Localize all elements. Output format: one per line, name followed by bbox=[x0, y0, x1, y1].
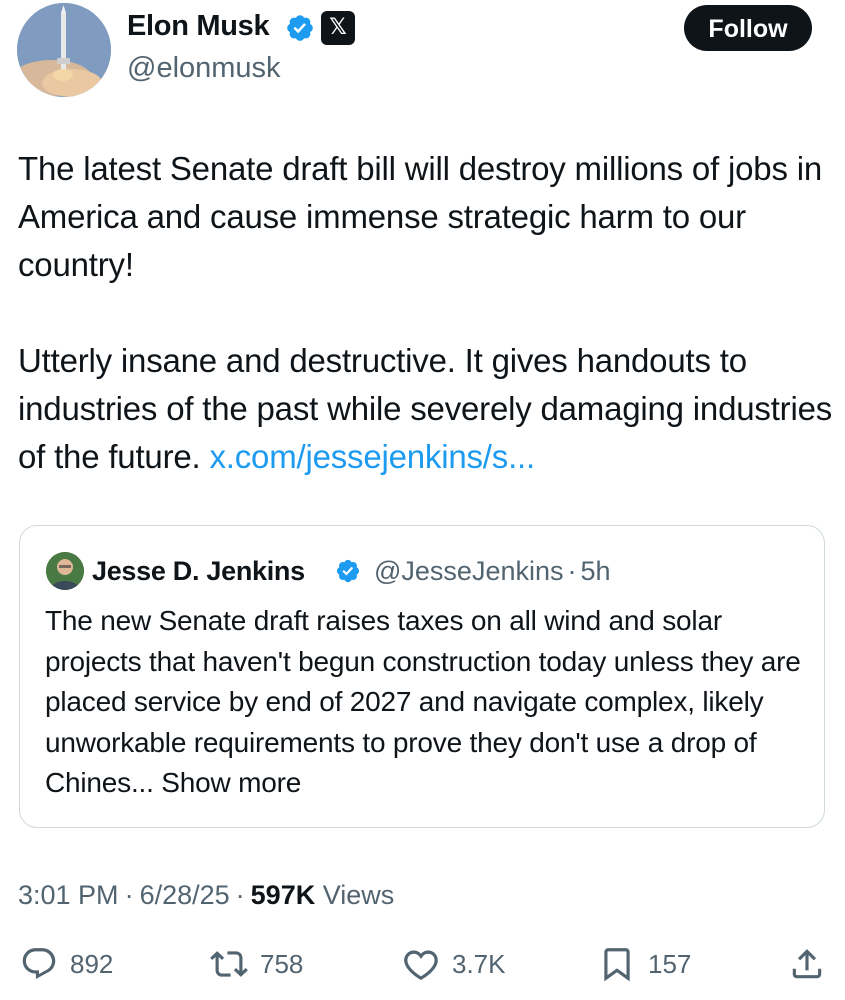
tweet-link[interactable]: x.com/jessejenkins/s... bbox=[209, 438, 535, 475]
reply-icon bbox=[22, 948, 56, 980]
like-button[interactable]: 3.7K bbox=[402, 942, 506, 986]
quote-body: The new Senate draft raises taxes on all… bbox=[45, 605, 801, 798]
bookmark-button[interactable]: 157 bbox=[598, 942, 691, 986]
heart-icon bbox=[404, 950, 438, 980]
meta-separator: · bbox=[235, 880, 245, 910]
follow-button[interactable]: Follow bbox=[684, 5, 812, 51]
share-button[interactable] bbox=[788, 942, 826, 986]
repost-count: 758 bbox=[260, 948, 304, 979]
quote-dot-separator: · bbox=[567, 556, 577, 586]
tweet-text: The latest Senate draft bill will destro… bbox=[18, 145, 833, 481]
verified-badge-icon bbox=[336, 559, 360, 583]
quote-text: The new Senate draft raises taxes on all… bbox=[45, 601, 805, 804]
quote-author-handle[interactable]: @JesseJenkins · 5h bbox=[374, 554, 611, 588]
tweet-meta: 3:01 PM · 6/28/25 · 597K Views bbox=[18, 876, 394, 914]
meta-separator: · bbox=[124, 880, 134, 910]
bookmark-count: 157 bbox=[648, 948, 692, 979]
bookmark-icon bbox=[604, 948, 630, 982]
tweet-date[interactable]: 6/28/25 bbox=[140, 880, 230, 910]
show-more-link[interactable]: Show more bbox=[161, 767, 301, 798]
reply-count: 892 bbox=[70, 948, 114, 979]
repost-icon bbox=[210, 951, 248, 977]
quote-age: 5h bbox=[580, 556, 611, 586]
reply-button[interactable]: 892 bbox=[20, 942, 113, 986]
verified-badge-icon bbox=[287, 15, 313, 41]
like-count: 3.7K bbox=[452, 948, 506, 979]
tweet-paragraph-2: Utterly insane and destructive. It gives… bbox=[18, 337, 833, 481]
tweet-time[interactable]: 3:01 PM bbox=[18, 880, 119, 910]
views-count: 597K bbox=[250, 880, 316, 910]
views-label: Views bbox=[322, 880, 395, 910]
quote-author-avatar[interactable] bbox=[46, 552, 84, 590]
quote-author-name[interactable]: Jesse D. Jenkins bbox=[92, 554, 305, 588]
repost-button[interactable]: 758 bbox=[210, 942, 303, 986]
x-logo-icon: 𝕏 bbox=[321, 11, 355, 45]
author-name[interactable]: Elon Musk bbox=[127, 8, 270, 44]
quote-handle-text: @JesseJenkins bbox=[374, 556, 564, 586]
author-handle[interactable]: @elonmusk bbox=[127, 50, 281, 86]
tweet-paragraph-1: The latest Senate draft bill will destro… bbox=[18, 150, 823, 283]
share-icon bbox=[792, 949, 822, 979]
author-avatar[interactable] bbox=[17, 3, 111, 97]
